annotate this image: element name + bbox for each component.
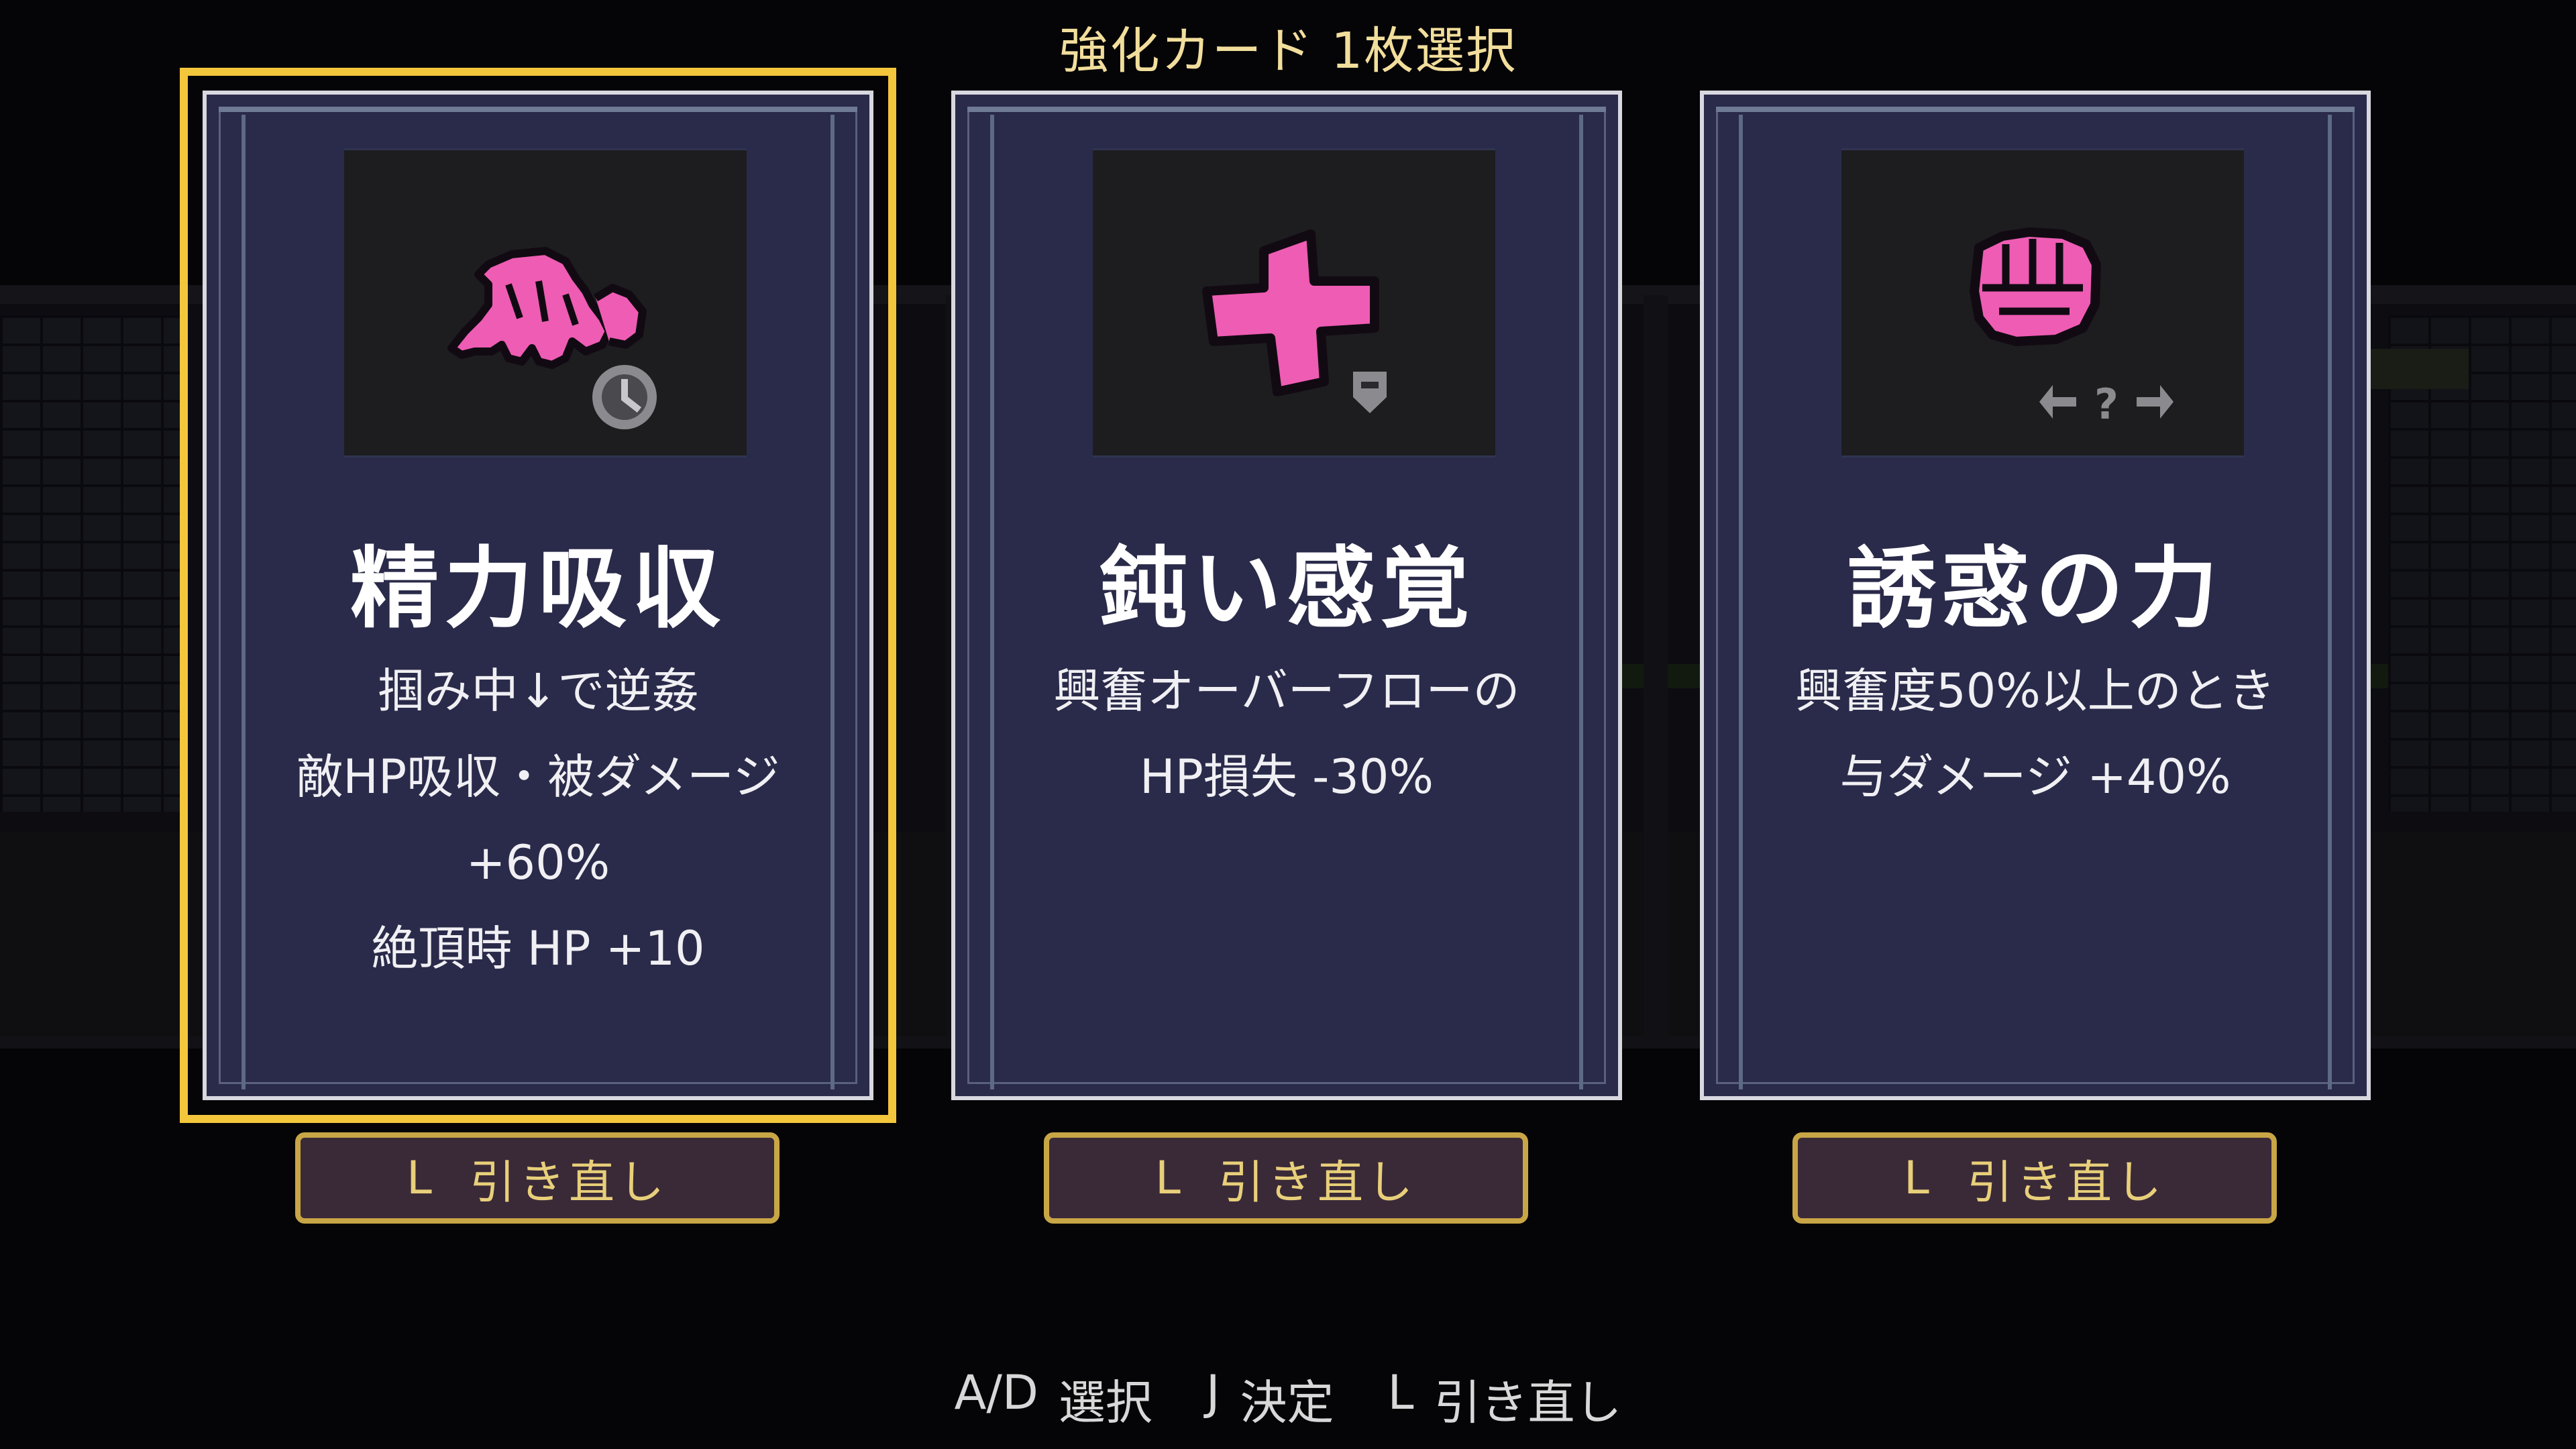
reroll-key: L <box>407 1151 436 1205</box>
card-title: 鈍い感覚 <box>1099 537 1474 641</box>
reroll-label: 引き直し <box>1966 1156 2165 1210</box>
hint-key: J <box>1205 1365 1220 1420</box>
hint-label: 引き直し <box>1434 1375 1622 1430</box>
card-description: 興奮オーバーフローの HP損失 -30% <box>969 648 1605 820</box>
card-title: 誘惑の力 <box>1847 537 2223 641</box>
controls-hint-bar: A/D 選択 J 決定 L 引き直し <box>0 1365 2576 1433</box>
card-top-line <box>967 107 1606 112</box>
card-desc-line: 掴み中↓で逆姦 <box>377 663 699 718</box>
hint-confirm: J 決定 <box>1206 1365 1334 1433</box>
hint-label: 決定 <box>1240 1375 1334 1430</box>
upgrade-card-3[interactable]: ? 誘惑の力 興奮度50%以上のとき 与ダメージ +40% <box>1700 91 2371 1100</box>
background-pillar <box>1644 295 1668 1040</box>
reroll-button-1[interactable]: L 引き直し <box>295 1132 780 1224</box>
card-top-line <box>219 107 857 112</box>
card-title: 精力吸収 <box>350 537 726 641</box>
shield-minus-icon <box>1353 372 1387 413</box>
hint-select: A/D 選択 <box>954 1365 1152 1433</box>
card-icon-box: ? <box>1841 148 2244 458</box>
hint-reroll: L 引き直し <box>1388 1365 1622 1433</box>
selection-title: 強化カード 1枚選択 <box>1059 22 1517 80</box>
reroll-label: 引き直し <box>469 1156 668 1210</box>
hint-key: L <box>1387 1365 1414 1420</box>
card-desc-line: +60% <box>466 835 610 890</box>
card-desc-line: 興奮オーバーフローの <box>1053 663 1520 718</box>
grab-hand-icon <box>447 247 657 429</box>
pink-cross-icon <box>1202 229 1387 413</box>
card-top-line <box>1716 107 2355 112</box>
reroll-button-2[interactable]: L 引き直し <box>1044 1132 1528 1224</box>
unknown-swap-icon: ? <box>2039 380 2174 429</box>
card-desc-line: 興奮度50%以上のとき <box>1795 663 2275 718</box>
card-desc-line: 与ダメージ +40% <box>1839 749 2231 804</box>
reroll-key: L <box>1904 1151 1933 1205</box>
reroll-key: L <box>1155 1151 1185 1205</box>
card-desc-line: HP損失 -30% <box>1140 749 1434 804</box>
card-icon-box <box>1093 148 1495 458</box>
card-description: 興奮度50%以上のとき 与ダメージ +40% <box>1717 648 2353 820</box>
fist-icon: ? <box>1970 227 2174 429</box>
hint-key: A/D <box>954 1365 1038 1420</box>
svg-text:?: ? <box>2094 380 2118 429</box>
background-bricks-right <box>2388 315 2576 812</box>
background-bricks-left <box>0 315 181 812</box>
card-description: 掴み中↓で逆姦 敵HP吸収・被ダメージ +60% 絶頂時 HP +10 <box>220 648 856 991</box>
card-desc-line: 絶頂時 HP +10 <box>371 921 705 976</box>
reroll-button-3[interactable]: L 引き直し <box>1792 1132 2277 1224</box>
upgrade-card-2[interactable]: 鈍い感覚 興奮オーバーフローの HP損失 -30% <box>951 91 1622 1100</box>
reroll-label: 引き直し <box>1218 1156 1417 1210</box>
hint-label: 選択 <box>1058 1375 1152 1430</box>
clock-icon <box>592 365 657 429</box>
card-desc-line: 敵HP吸収・被ダメージ <box>296 749 780 804</box>
upgrade-card-1[interactable]: 精力吸収 掴み中↓で逆姦 敵HP吸収・被ダメージ +60% 絶頂時 HP +10 <box>180 68 896 1123</box>
card-icon-box <box>344 148 747 458</box>
